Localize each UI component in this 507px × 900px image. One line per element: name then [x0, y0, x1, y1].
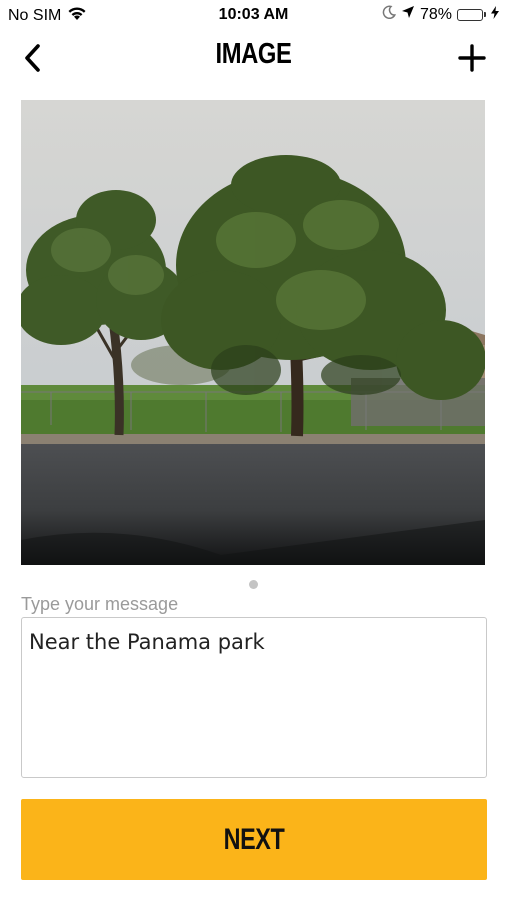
page-indicator-dot[interactable]	[249, 580, 258, 589]
next-button[interactable]: NEXT	[21, 799, 487, 880]
moon-icon	[382, 5, 397, 24]
plus-icon	[458, 44, 486, 72]
status-right: 78%	[382, 5, 499, 24]
battery-percent: 78%	[419, 5, 452, 23]
next-button-label: NEXT	[223, 822, 285, 856]
nav-bar: IMAGE	[0, 30, 507, 86]
charging-bolt-icon	[491, 5, 499, 24]
message-label: Type your message	[21, 594, 179, 614]
location-arrow-icon	[401, 5, 415, 24]
status-bar: No SIM 10:03 AM 78%	[0, 0, 507, 30]
message-value: Near the Panama park	[29, 630, 265, 654]
street-with-trees-photo	[21, 100, 485, 565]
add-button[interactable]	[447, 38, 487, 78]
battery-icon	[457, 8, 486, 21]
message-input[interactable]: Near the Panama park	[21, 617, 487, 778]
chevron-left-icon	[25, 44, 40, 72]
page-title: IMAGE	[215, 38, 292, 70]
